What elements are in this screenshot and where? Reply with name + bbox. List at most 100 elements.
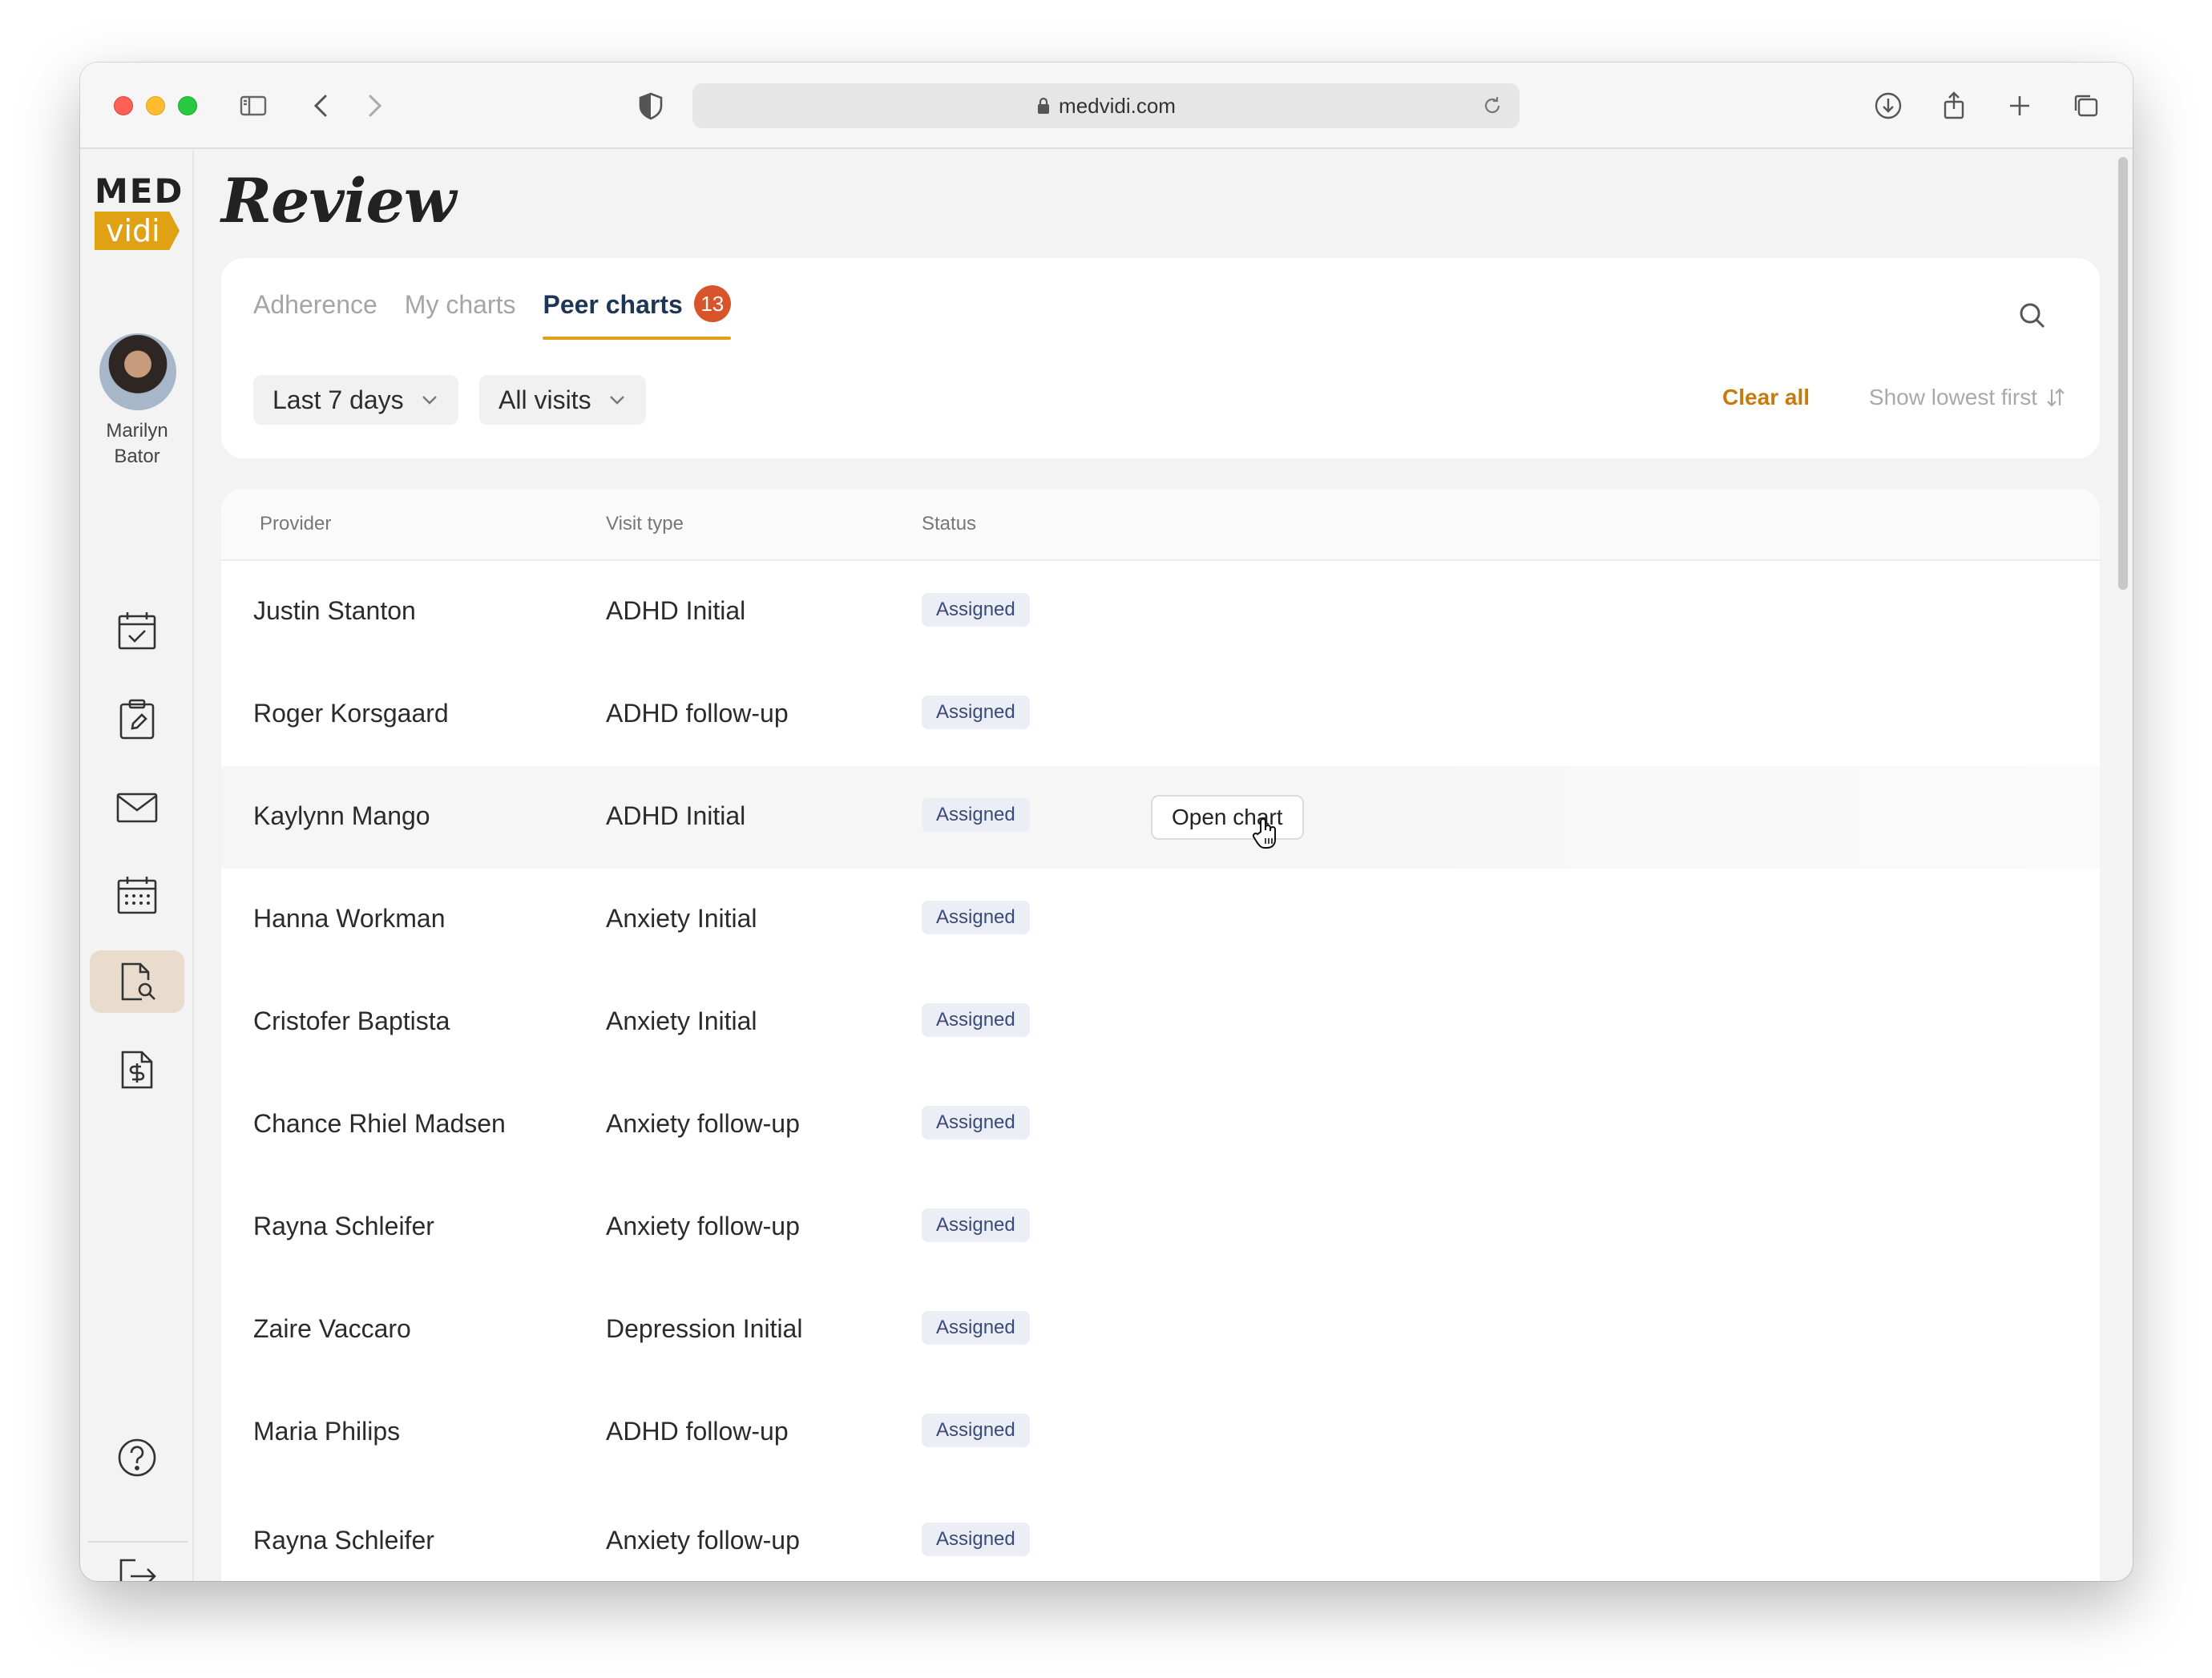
table-row[interactable]: Rayna Schleifer Anxiety follow-up Assign… bbox=[221, 1176, 2100, 1279]
visit-type: ADHD Initial bbox=[606, 596, 746, 625]
provider-name: Maria Philips bbox=[253, 1417, 401, 1446]
new-tab-icon[interactable] bbox=[2004, 90, 2036, 122]
visit-type: Anxiety Initial bbox=[606, 1006, 757, 1035]
table-header: Provider Visit type Status bbox=[221, 489, 2100, 561]
sort-arrows-icon bbox=[2047, 388, 2065, 407]
visit-type: ADHD Initial bbox=[606, 801, 746, 830]
visit-type: ADHD follow-up bbox=[606, 1417, 789, 1446]
privacy-shield-icon[interactable] bbox=[635, 90, 667, 122]
provider-name: Justin Stanton bbox=[253, 596, 416, 625]
provider-name: Kaylynn Mango bbox=[253, 801, 430, 830]
sort-button[interactable]: Show lowest first bbox=[1869, 385, 2068, 410]
provider-name: Roger Korsgaard bbox=[253, 699, 449, 728]
search-icon[interactable] bbox=[2016, 300, 2049, 332]
visit-type: ADHD follow-up bbox=[606, 699, 789, 728]
table-row[interactable]: Rayna Schleifer Anxiety follow-up Assign… bbox=[221, 1484, 2100, 1581]
minimize-window-button[interactable] bbox=[146, 96, 165, 115]
provider-name: Chance Rhiel Madsen bbox=[253, 1109, 506, 1138]
charts-table: Provider Visit type Status Justin Stanto… bbox=[221, 489, 2100, 1581]
nav-review[interactable] bbox=[90, 950, 184, 1013]
table-row[interactable]: Chance Rhiel Madsen Anxiety follow-up As… bbox=[221, 1074, 2100, 1176]
browser-window: medvidi.com MED vidi Marilyn Bator Revie… bbox=[80, 63, 2133, 1581]
table-row[interactable]: Kaylynn Mango ADHD Initial Assigned Open… bbox=[221, 766, 2100, 869]
close-window-button[interactable] bbox=[114, 96, 133, 115]
nav-prescriptions[interactable] bbox=[90, 688, 184, 750]
table-row[interactable]: Maria Philips ADHD follow-up Assigned bbox=[221, 1382, 2100, 1484]
chevron-down-icon bbox=[422, 396, 437, 405]
sort-label: Show lowest first bbox=[1868, 385, 2037, 409]
visit-type: Anxiety follow-up bbox=[606, 1109, 800, 1138]
provider-name: Rayna Schleifer bbox=[253, 1212, 434, 1240]
tab-label: Peer charts bbox=[543, 290, 683, 319]
mail-icon bbox=[116, 793, 158, 823]
nav-messages[interactable] bbox=[90, 776, 184, 838]
visits-dropdown[interactable]: All visits bbox=[479, 375, 646, 425]
period-dropdown[interactable]: Last 7 days bbox=[253, 375, 458, 425]
tab-overview-icon[interactable] bbox=[2069, 90, 2101, 122]
tab-my-charts[interactable]: My charts bbox=[405, 290, 516, 340]
tab-peer-charts[interactable]: Peer charts 13 bbox=[543, 285, 732, 340]
address-bar[interactable]: medvidi.com bbox=[692, 83, 1520, 128]
reload-icon[interactable] bbox=[1481, 95, 1504, 117]
count-badge: 13 bbox=[693, 285, 731, 322]
calendar-check-icon bbox=[118, 612, 156, 650]
column-header-visit-type[interactable]: Visit type bbox=[606, 513, 684, 535]
filter-card: Adherence My charts Peer charts 13 Last … bbox=[221, 258, 2100, 458]
clipboard-edit-icon bbox=[119, 699, 155, 740]
app-sidebar: MED vidi Marilyn Bator bbox=[80, 151, 194, 1581]
logo-med-text: MED bbox=[95, 171, 184, 211]
status-badge: Assigned bbox=[922, 1311, 1030, 1345]
status-badge: Assigned bbox=[922, 1414, 1030, 1447]
zoom-window-button[interactable] bbox=[178, 96, 197, 115]
page-title: Review bbox=[221, 165, 456, 236]
sidebar-divider bbox=[88, 1541, 188, 1543]
forward-icon[interactable] bbox=[357, 90, 390, 122]
tab-label: My charts bbox=[404, 290, 516, 319]
status-badge: Assigned bbox=[922, 1003, 1030, 1037]
page-scrollbar[interactable] bbox=[2118, 157, 2128, 590]
back-icon[interactable] bbox=[306, 90, 338, 122]
main-content: Review Adherence My charts Peer charts 1… bbox=[196, 151, 2133, 1581]
status-badge: Assigned bbox=[922, 593, 1030, 627]
table-row[interactable]: Cristofer Baptista Anxiety Initial Assig… bbox=[221, 971, 2100, 1074]
nav-schedule[interactable] bbox=[90, 864, 184, 926]
provider-name: Cristofer Baptista bbox=[253, 1006, 450, 1035]
status-badge: Assigned bbox=[922, 696, 1030, 729]
column-header-provider[interactable]: Provider bbox=[260, 513, 331, 535]
help-icon bbox=[118, 1438, 156, 1477]
logout-button[interactable] bbox=[90, 1545, 184, 1581]
nav-adherence[interactable] bbox=[90, 599, 184, 662]
table-row[interactable]: Hanna Workman Anxiety Initial Assigned bbox=[221, 869, 2100, 971]
hand-cursor-icon bbox=[1252, 818, 1276, 849]
help-button[interactable] bbox=[90, 1426, 184, 1489]
share-icon[interactable] bbox=[1938, 90, 1970, 122]
clear-all-button[interactable]: Clear all bbox=[1722, 385, 1810, 410]
visit-type: Anxiety follow-up bbox=[606, 1526, 800, 1555]
nav-billing[interactable] bbox=[90, 1039, 184, 1101]
document-search-icon bbox=[121, 962, 155, 1001]
provider-name: Hanna Workman bbox=[253, 904, 446, 933]
status-badge: Assigned bbox=[922, 1106, 1030, 1140]
status-badge: Assigned bbox=[922, 1208, 1030, 1242]
sidebar-toggle-icon[interactable] bbox=[237, 90, 269, 122]
medvidi-logo[interactable]: MED vidi bbox=[95, 175, 183, 255]
table-row[interactable]: Justin Stanton ADHD Initial Assigned bbox=[221, 561, 2100, 664]
avatar[interactable] bbox=[99, 333, 176, 410]
visit-type: Anxiety follow-up bbox=[606, 1212, 800, 1240]
address-url: medvidi.com bbox=[1059, 93, 1176, 118]
visit-type: Depression Initial bbox=[606, 1314, 803, 1343]
visits-value: All visits bbox=[499, 385, 591, 414]
review-tabs: Adherence My charts Peer charts 13 bbox=[253, 285, 758, 340]
status-badge: Assigned bbox=[922, 901, 1030, 934]
period-value: Last 7 days bbox=[272, 385, 404, 414]
table-row[interactable]: Roger Korsgaard ADHD follow-up Assigned bbox=[221, 664, 2100, 766]
downloads-icon[interactable] bbox=[1872, 90, 1904, 122]
open-chart-button[interactable]: Open chart bbox=[1151, 795, 1304, 840]
user-name: Marilyn Bator bbox=[106, 420, 168, 467]
provider-name: Rayna Schleifer bbox=[253, 1526, 434, 1555]
table-row[interactable]: Zaire Vaccaro Depression Initial Assigne… bbox=[221, 1279, 2100, 1382]
tab-adherence[interactable]: Adherence bbox=[253, 290, 377, 340]
column-header-status[interactable]: Status bbox=[922, 513, 976, 535]
chevron-down-icon bbox=[609, 396, 624, 405]
status-badge: Assigned bbox=[922, 1523, 1030, 1556]
